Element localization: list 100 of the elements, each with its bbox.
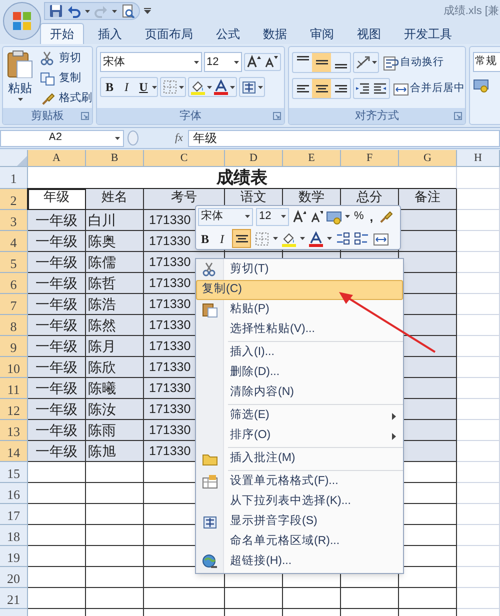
table-cell: 陈儒 — [86, 252, 144, 273]
table-cell: 一年级 — [28, 420, 86, 441]
table-cell: 备注 — [399, 189, 457, 210]
group-label: 字体 — [180, 108, 202, 124]
table-cell: 一年级 — [28, 315, 86, 336]
menu-item[interactable]: 插入批注(M) — [224, 449, 403, 469]
ribbon-tab[interactable]: 开发工具 — [395, 23, 461, 44]
row-header[interactable]: 10 — [0, 357, 28, 378]
table-cell: 陈浩 — [86, 294, 144, 315]
table-cell: 年级 — [28, 189, 86, 210]
menu-item[interactable]: 超链接(H)... — [224, 552, 403, 572]
table-cell: 白川 — [86, 210, 144, 231]
row-header[interactable]: 15 — [0, 462, 28, 483]
name-box[interactable]: A2 — [0, 130, 124, 146]
menu-item[interactable]: 设置单元格格式(F)... — [224, 472, 403, 492]
table-cell: 陈哲 — [86, 273, 144, 294]
row-header[interactable]: 21 — [0, 588, 28, 609]
ribbon-tab[interactable]: 页面布局 — [136, 23, 202, 44]
table-cell: 一年级 — [28, 294, 86, 315]
menu-item[interactable]: 选择性粘贴(V)... — [224, 320, 403, 340]
table-cell: 陈曦 — [86, 378, 144, 399]
group-label: 剪贴板 — [31, 108, 64, 124]
clipboard-button[interactable]: 格式刷 — [40, 89, 92, 108]
row-header[interactable]: 20 — [0, 567, 28, 588]
table-cell: 陈雨 — [86, 420, 144, 441]
menu-item[interactable]: 复制(C) — [196, 280, 403, 300]
ribbon-tab[interactable]: 数据 — [254, 23, 296, 44]
merge-center-button[interactable]: 合并后居中 — [393, 80, 465, 96]
column-header[interactable]: G — [399, 150, 457, 167]
clipboard-button[interactable]: 剪切 — [40, 49, 92, 68]
table-cell: 陈然 — [86, 315, 144, 336]
row-header[interactable]: 11 — [0, 378, 28, 399]
column-header[interactable]: F — [341, 150, 399, 167]
table-cell: 陈奥 — [86, 231, 144, 252]
font-size-field[interactable]: 12 — [204, 52, 242, 72]
table-cell: 陈汝 — [86, 399, 144, 420]
ribbon-tab[interactable]: 视图 — [348, 23, 390, 44]
ribbon-tab[interactable]: 审阅 — [301, 23, 343, 44]
table-cell: 一年级 — [28, 399, 86, 420]
formula-input[interactable]: 年级 — [188, 130, 500, 146]
window-title: 成绩.xls [兼 — [443, 4, 500, 19]
row-header[interactable]: 3 — [0, 210, 28, 231]
row-header[interactable]: 19 — [0, 546, 28, 567]
menu-item[interactable]: 剪切(T) — [224, 260, 403, 280]
column-header[interactable]: E — [283, 150, 341, 167]
font-name-field[interactable]: 宋体 — [198, 208, 253, 226]
column-header[interactable]: B — [86, 150, 144, 167]
row-header[interactable]: 17 — [0, 504, 28, 525]
column-header[interactable]: H — [457, 150, 500, 167]
wrap-text-button[interactable]: 自动换行 — [383, 54, 444, 70]
row-header[interactable]: 2 — [0, 189, 28, 210]
row-header[interactable]: 12 — [0, 399, 28, 420]
table-cell: 一年级 — [28, 273, 86, 294]
font-size-field[interactable]: 12 — [256, 208, 289, 226]
style-button[interactable]: B — [101, 78, 118, 96]
column-header[interactable]: D — [225, 150, 283, 167]
paste-button[interactable]: 粘贴 — [3, 47, 37, 108]
group-label: 对齐方式 — [355, 108, 399, 124]
table-cell: 陈旭 — [86, 441, 144, 462]
style-button[interactable]: I — [118, 78, 135, 96]
menu-item[interactable]: 粘贴(P) — [224, 300, 403, 320]
insert-function-button[interactable]: fx — [173, 130, 185, 146]
table-cell: 一年级 — [28, 210, 86, 231]
number-format-field[interactable]: 常规 — [473, 52, 500, 72]
row-header[interactable]: 18 — [0, 525, 28, 546]
column-header[interactable]: C — [144, 150, 225, 167]
row-header[interactable]: 5 — [0, 252, 28, 273]
menu-item[interactable]: 插入(I)... — [224, 343, 403, 363]
row-header[interactable]: 7 — [0, 294, 28, 315]
table-cell: 一年级 — [28, 357, 86, 378]
row-header[interactable]: 9 — [0, 336, 28, 357]
style-button[interactable]: B — [198, 230, 212, 248]
table-cell: 考号 — [144, 189, 225, 210]
row-header[interactable]: 14 — [0, 441, 28, 462]
row-header[interactable]: 8 — [0, 315, 28, 336]
row-header[interactable]: 1 — [0, 167, 28, 189]
comma-button[interactable]: , — [368, 208, 376, 226]
ribbon-tab[interactable]: 开始 — [40, 23, 84, 44]
row-header[interactable]: 6 — [0, 273, 28, 294]
clipboard-button[interactable]: 复制 — [40, 69, 92, 88]
font-name-field[interactable]: 宋体 — [100, 52, 202, 72]
menu-item[interactable]: 显示拼音字段(S) — [224, 512, 403, 532]
menu-item[interactable]: 命名单元格区域(R)... — [224, 532, 403, 552]
style-button[interactable]: U — [135, 78, 152, 96]
row-header[interactable]: 16 — [0, 483, 28, 504]
ribbon-tab[interactable]: 插入 — [89, 23, 131, 44]
table-cell: 陈月 — [86, 336, 144, 357]
table-cell: 一年级 — [28, 336, 86, 357]
menu-item[interactable]: 清除内容(N) — [224, 383, 403, 403]
menu-item[interactable]: 从下拉列表中选择(K)... — [224, 492, 403, 512]
menu-item[interactable]: 排序(O) — [224, 426, 403, 446]
percent-button[interactable]: % — [353, 208, 365, 225]
table-cell: 一年级 — [28, 378, 86, 399]
menu-item[interactable]: 删除(D)... — [224, 363, 403, 383]
table-cell: 陈欣 — [86, 357, 144, 378]
row-header[interactable]: 13 — [0, 420, 28, 441]
column-header[interactable]: A — [28, 150, 86, 167]
row-header[interactable]: 4 — [0, 231, 28, 252]
menu-item[interactable]: 筛选(E) — [224, 406, 403, 426]
ribbon-tab[interactable]: 公式 — [207, 23, 249, 44]
